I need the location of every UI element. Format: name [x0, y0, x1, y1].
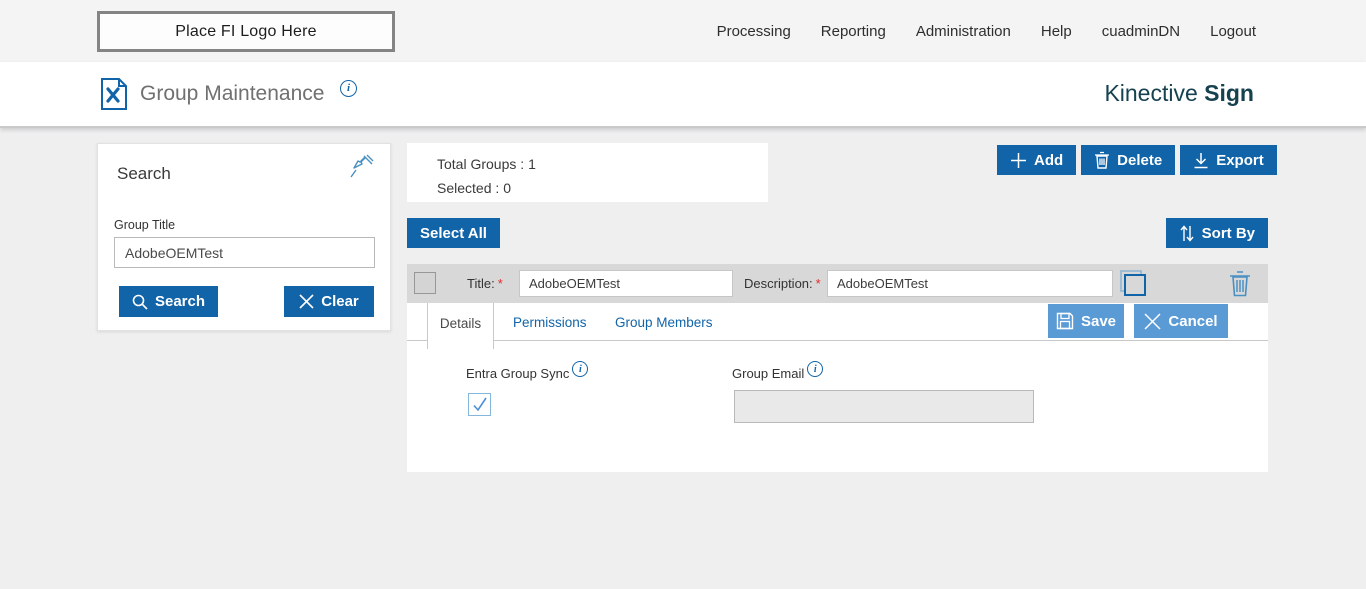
entra-group-sync-info-icon[interactable]: i [572, 361, 588, 377]
tab-details[interactable]: Details [427, 303, 494, 349]
selected-label: Selected : [437, 180, 499, 196]
search-button-label: Search [155, 293, 205, 310]
clear-button-label: Clear [321, 293, 359, 310]
download-icon [1193, 152, 1209, 169]
sort-by-label: Sort By [1202, 225, 1255, 242]
group-maintenance-page-icon [100, 78, 128, 110]
top-navigation: Processing Reporting Administration Help… [717, 0, 1256, 62]
tab-group-members[interactable]: Group Members [615, 303, 713, 341]
sort-by-button[interactable]: Sort By [1166, 218, 1268, 248]
delete-button[interactable]: Delete [1081, 145, 1175, 175]
group-detail-panel: Details Permissions Group Members Save C… [407, 303, 1268, 472]
nav-item-administration[interactable]: Administration [916, 23, 1011, 40]
trash-icon [1094, 151, 1110, 169]
page-title-info-icon[interactable]: i [340, 80, 357, 97]
group-row-checkbox[interactable] [414, 272, 436, 294]
title-input[interactable] [519, 270, 733, 297]
total-groups-line: Total Groups :1 [437, 152, 768, 176]
cancel-button-label: Cancel [1168, 313, 1217, 330]
row-trash-icon[interactable] [1229, 270, 1251, 297]
save-button-label: Save [1081, 313, 1116, 330]
add-button[interactable]: Add [997, 145, 1076, 175]
group-actions-toolbar: Add Delete Export [997, 145, 1277, 175]
group-title-label: Group Title [114, 218, 175, 232]
nav-item-processing[interactable]: Processing [717, 23, 791, 40]
groups-summary: Total Groups :1 Selected :0 [407, 143, 768, 202]
save-button[interactable]: Save [1048, 304, 1124, 338]
group-row-header: Title:* Description:* [407, 264, 1268, 303]
group-email-input[interactable] [734, 390, 1034, 423]
brand-product: Sign [1204, 80, 1254, 106]
group-email-label: Group Email i [732, 366, 823, 381]
nav-item-reporting[interactable]: Reporting [821, 23, 886, 40]
export-button[interactable]: Export [1180, 145, 1277, 175]
search-panel-title: Search [117, 164, 171, 184]
tab-details-label: Details [440, 316, 481, 331]
search-panel: Search Group Title Search Clear [97, 143, 391, 331]
group-title-input[interactable] [114, 237, 375, 268]
save-icon [1056, 312, 1074, 330]
delete-button-label: Delete [1117, 152, 1162, 169]
clear-button[interactable]: Clear [284, 286, 374, 317]
nav-item-help[interactable]: Help [1041, 23, 1072, 40]
title-label: Title:* [467, 264, 503, 303]
tab-permissions[interactable]: Permissions [513, 303, 587, 341]
checkmark-icon [472, 397, 488, 413]
top-bar: Place FI Logo Here Processing Reporting … [0, 0, 1366, 62]
close-icon [1144, 313, 1161, 330]
required-marker: * [498, 276, 503, 291]
group-email-info-icon[interactable]: i [807, 361, 823, 377]
brand-name: Kinective [1104, 80, 1197, 106]
select-all-button[interactable]: Select All [407, 218, 500, 248]
entra-group-sync-label: Entra Group Sync i [466, 366, 588, 381]
select-all-label: Select All [420, 225, 487, 242]
tab-permissions-label: Permissions [513, 315, 587, 330]
fi-logo-text: Place FI Logo Here [175, 23, 316, 41]
total-groups-label: Total Groups : [437, 156, 524, 172]
pin-icon[interactable] [348, 152, 376, 180]
search-icon [132, 294, 148, 310]
selected-value: 0 [503, 180, 511, 196]
add-button-label: Add [1034, 152, 1063, 169]
description-label: Description:* [744, 264, 821, 303]
search-button[interactable]: Search [119, 286, 218, 317]
copy-icon[interactable] [1118, 269, 1147, 298]
entra-group-sync-checkbox[interactable] [468, 393, 491, 416]
required-marker: * [816, 276, 821, 291]
brand-logo: Kinective Sign [1104, 80, 1254, 107]
close-icon [299, 294, 314, 309]
nav-item-logout[interactable]: Logout [1210, 23, 1256, 40]
nav-item-username[interactable]: cuadminDN [1102, 23, 1180, 40]
export-button-label: Export [1216, 152, 1264, 169]
description-input[interactable] [827, 270, 1113, 297]
fi-logo-placeholder: Place FI Logo Here [97, 11, 395, 52]
selected-line: Selected :0 [437, 176, 768, 200]
tab-group-members-label: Group Members [615, 315, 713, 330]
page-title: Group Maintenance [140, 82, 324, 106]
total-groups-value: 1 [528, 156, 536, 172]
cancel-button[interactable]: Cancel [1134, 304, 1228, 338]
plus-icon [1010, 152, 1027, 169]
page-header: Group Maintenance i Kinective Sign [0, 62, 1366, 128]
sort-arrows-icon [1179, 225, 1195, 242]
group-maintenance-page: Place FI Logo Here Processing Reporting … [0, 0, 1366, 589]
